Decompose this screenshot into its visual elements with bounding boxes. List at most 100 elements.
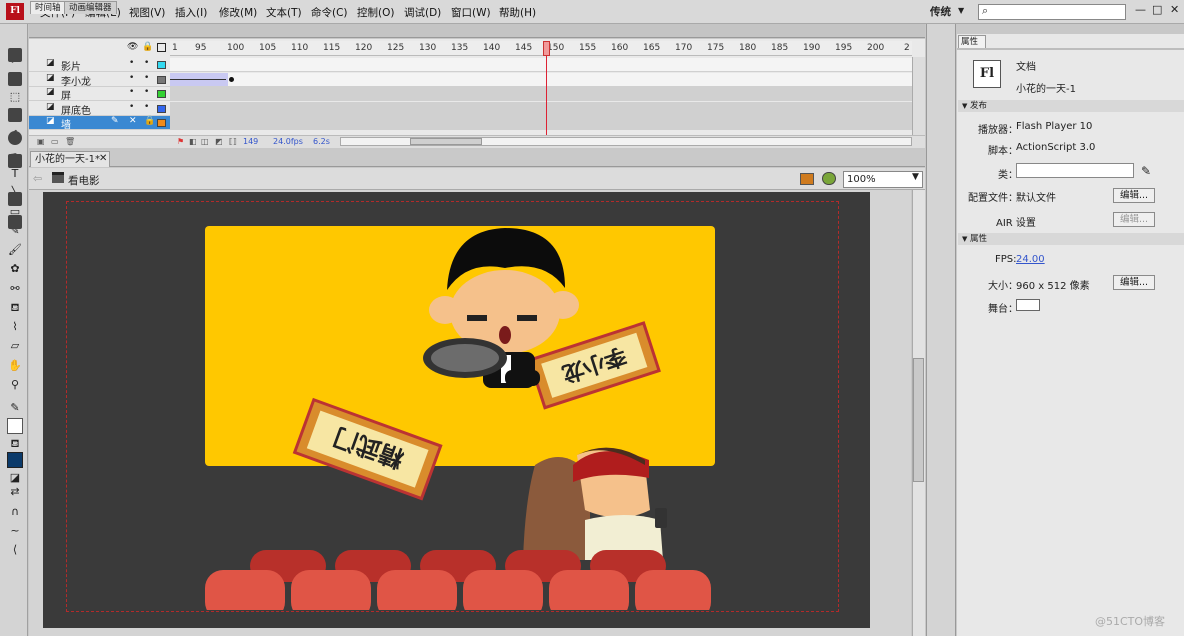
eye-icon[interactable]: 👁 (127, 42, 138, 52)
stroke-color-icon[interactable]: ✎ (7, 400, 23, 416)
menu-view[interactable]: 视图(V) (129, 5, 165, 20)
edit-symbol-icon[interactable] (822, 172, 836, 185)
swap-colors-icon[interactable]: ⇄ (7, 484, 23, 500)
free-transform-icon[interactable]: ⬚ (7, 89, 23, 105)
tab-properties[interactable]: 属性 (958, 35, 986, 48)
tab-motion-editor[interactable]: 动画编辑器 (64, 1, 117, 14)
class-input[interactable] (1016, 163, 1134, 178)
playhead[interactable] (543, 41, 550, 56)
pencil-icon[interactable]: ✎ (1141, 164, 1151, 178)
menu-control[interactable]: 控制(O) (357, 5, 394, 20)
onion-skin-icon[interactable]: ◧ (189, 137, 197, 146)
layer-color-swatch[interactable] (157, 90, 166, 98)
menu-window[interactable]: 窗口(W) (451, 5, 491, 20)
stroke-swatch[interactable] (7, 418, 23, 434)
layer-row[interactable]: ◪ 屏 • • (29, 87, 170, 102)
chevron-down-icon[interactable]: ▼ (962, 235, 967, 243)
stage-color-swatch[interactable] (1016, 299, 1040, 311)
layer-color-swatch[interactable] (157, 76, 166, 84)
frame-row[interactable] (170, 116, 912, 130)
swatches-panel-icon[interactable] (8, 72, 22, 86)
components-panel-icon[interactable] (8, 192, 22, 206)
lock-icon[interactable]: 🔒 (144, 116, 155, 126)
minimize-button[interactable]: — (1135, 3, 1146, 16)
new-layer-icon[interactable]: ▣ (37, 137, 45, 146)
fps-value[interactable]: 24.00 (1016, 254, 1045, 265)
tab-timeline[interactable]: 时间轴 (30, 1, 66, 14)
section-properties[interactable]: 属性 (958, 233, 1184, 245)
layer-color-swatch[interactable] (157, 61, 166, 69)
frame-row[interactable] (170, 87, 912, 101)
keyframe[interactable] (229, 77, 234, 82)
paint-bucket-icon[interactable]: ⛾ (7, 300, 23, 316)
close-icon[interactable]: ✕ (99, 153, 107, 164)
onion-outline-icon[interactable]: ◫ (201, 137, 209, 146)
edit-size-button[interactable]: 编辑... (1113, 275, 1155, 290)
layer-icon: ◪ (46, 58, 55, 68)
menu-text[interactable]: 文本(T) (266, 5, 302, 20)
chevron-down-icon[interactable]: ▼ (962, 102, 967, 110)
frame-row[interactable] (170, 73, 912, 87)
scroll-thumb[interactable] (913, 358, 924, 482)
chevron-down-icon[interactable]: ▼ (912, 172, 919, 182)
chevron-down-icon[interactable]: ▼ (958, 6, 964, 15)
document-tab[interactable]: 小花的一天-1* (30, 151, 110, 167)
zoom-select[interactable]: 100% (843, 171, 923, 188)
layer-row[interactable]: ◪ 墙 ✎ ✕ 🔒 (29, 116, 170, 131)
scroll-thumb[interactable] (410, 138, 482, 145)
hand-tool-icon[interactable]: ✋ (7, 358, 23, 374)
eraser-icon[interactable]: ▱ (7, 338, 23, 354)
lock-icon[interactable]: 🔒 (142, 42, 153, 52)
fill-swatch[interactable] (7, 452, 23, 468)
info-panel-icon[interactable] (8, 131, 22, 145)
edit-air-button[interactable]: 编辑... (1113, 212, 1155, 227)
back-arrow-icon[interactable]: ⇦ (33, 172, 42, 185)
frame-row[interactable] (170, 58, 912, 72)
layer-row[interactable]: ◪ 屏底色 • • (29, 102, 170, 117)
library-panel-icon[interactable] (8, 215, 22, 229)
menu-debug[interactable]: 调试(D) (404, 5, 441, 20)
close-button[interactable]: ✕ (1170, 3, 1179, 16)
frame-row[interactable] (170, 102, 912, 116)
brush-tool-icon[interactable]: 🖌 (7, 242, 23, 258)
timeline-vscroll[interactable] (912, 57, 925, 135)
align-panel-icon[interactable] (8, 108, 22, 122)
zoom-tool-icon[interactable]: ⚲ (7, 377, 23, 393)
outline-icon[interactable] (157, 43, 166, 52)
frame-ruler[interactable]: 1 95 100 105 110 115 120 125 130 135 140… (170, 41, 912, 56)
edit-scene-icon[interactable] (800, 173, 814, 185)
text-tool-icon[interactable]: T (7, 166, 23, 182)
stage-artwork[interactable]: 李小龙 精武门 (205, 220, 725, 610)
size-value: 960 x 512 像素 (1016, 281, 1090, 292)
onion-markers-icon[interactable]: ⟦⟧ (229, 137, 237, 146)
section-publish[interactable]: 发布 (958, 100, 1184, 112)
menu-insert[interactable]: 插入(I) (175, 5, 207, 20)
transform-panel-icon[interactable] (8, 154, 22, 168)
workspace-switcher[interactable]: 传统 (930, 4, 951, 19)
eyedropper-icon[interactable]: ⌇ (7, 319, 23, 335)
search-input[interactable] (978, 4, 1126, 20)
delete-layer-icon[interactable]: 🗑 (65, 137, 75, 146)
layer-color-swatch[interactable] (157, 105, 166, 113)
layer-row[interactable]: ◪ 李小龙 • • (29, 73, 170, 88)
current-frame[interactable]: 149 (243, 137, 258, 146)
menu-modify[interactable]: 修改(M) (219, 5, 257, 20)
color-panel-icon[interactable] (8, 48, 22, 62)
snap-magnet-icon[interactable]: ∩ (7, 504, 23, 520)
maximize-button[interactable]: □ (1152, 3, 1162, 16)
layer-row[interactable]: ◪ 影片 • • (29, 58, 170, 73)
frame-rate[interactable]: 24.0fps (273, 137, 303, 146)
edit-profile-button[interactable]: 编辑... (1113, 188, 1155, 203)
new-folder-icon[interactable]: ▭ (51, 137, 59, 146)
bone-tool-icon[interactable]: ⚯ (7, 281, 23, 297)
fill-color-icon[interactable]: ⛾ (7, 436, 23, 452)
menu-commands[interactable]: 命令(C) (311, 5, 348, 20)
straighten-icon[interactable]: ⟨ (7, 542, 23, 558)
menu-help[interactable]: 帮助(H) (499, 5, 536, 20)
layer-color-swatch[interactable] (157, 119, 166, 127)
center-frame-icon[interactable]: ⚑ (177, 137, 184, 146)
frame-grid[interactable] (170, 57, 912, 135)
edit-multiple-icon[interactable]: ◩ (215, 137, 223, 146)
deco-tool-icon[interactable]: ✿ (7, 261, 23, 277)
smooth-icon[interactable]: ~ (7, 523, 23, 539)
